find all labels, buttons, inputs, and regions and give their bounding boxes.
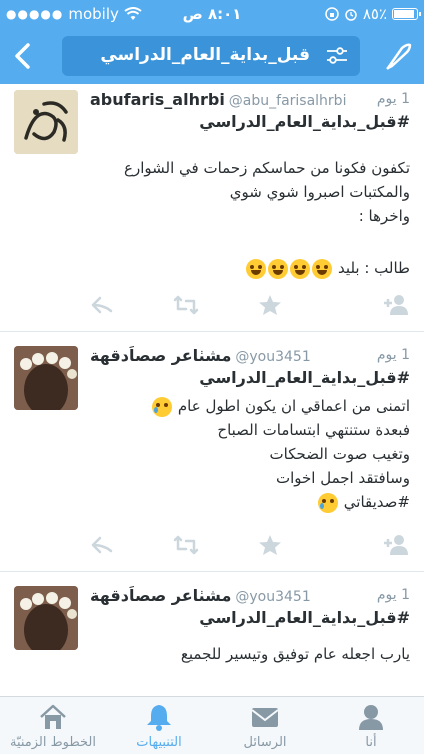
tweet-feed[interactable]: abufaris_alhrbi @abu_farisalhrbi 1 يوم #ق… xyxy=(0,84,424,696)
tweet-time: 1 يوم xyxy=(376,587,410,603)
tab-bar: الخطوط الزمنيّة التنبيهات الرسائل أنا xyxy=(0,696,424,754)
hashtag-link[interactable]: #قبل_بداية_العام_الدراسي xyxy=(199,608,410,627)
nav-bar: قبل_بداية_العام_الدراسي xyxy=(0,28,424,84)
tweet-text-line: #صديقاتي xyxy=(90,490,410,514)
user-name[interactable]: مشٺاعر صصاَدقهة xyxy=(90,346,231,365)
avatar[interactable] xyxy=(14,90,78,154)
tears-of-joy-emoji-icon xyxy=(268,258,289,279)
tweet-time: 1 يوم xyxy=(376,347,410,363)
battery-level xyxy=(394,10,415,18)
hashtag-link[interactable]: #صديقاتي xyxy=(344,493,410,511)
user-name[interactable]: مشٺاعر صصاَدقهة xyxy=(90,586,231,605)
favorite-star-icon[interactable] xyxy=(258,534,282,556)
tweet-item[interactable]: مشٺاعر صصاَدقهة @you3451 1 يوم #قبل_بداية… xyxy=(0,332,424,572)
hashtag-link[interactable]: #قبل_بداية_العام_الدراسي xyxy=(199,112,410,131)
home-icon xyxy=(40,704,66,729)
tweet-text-line: طالب : بليد xyxy=(338,259,410,277)
alarm-icon xyxy=(345,9,357,21)
follow-user-icon[interactable] xyxy=(384,294,410,316)
flower-crown-avatar-image xyxy=(14,346,78,410)
tweet-actions xyxy=(90,534,410,556)
tab-home[interactable]: الخطوط الزمنيّة xyxy=(0,697,106,754)
tab-label: أنا xyxy=(365,735,377,750)
tweet-text-line: والمكتبات اصبروا شوي شوي xyxy=(229,183,410,201)
tweet-text: يارب اجعله عام توفيق وتيسير للجميع xyxy=(90,642,410,666)
tweet-item[interactable]: مشٺاعر صصاَدقهة @you3451 1 يوم #قبل_بداية… xyxy=(0,572,424,696)
calligraphy-avatar-image xyxy=(14,90,78,154)
tweet-text-line: فبعدة ستنتهي ابتسامات الصباح xyxy=(217,421,410,439)
search-field[interactable]: قبل_بداية_العام_الدراسي xyxy=(62,36,360,76)
crying-face-emoji-icon xyxy=(318,492,339,513)
tab-label: الرسائل xyxy=(243,735,287,750)
tweet-actions xyxy=(90,294,410,316)
quill-icon xyxy=(386,43,412,70)
user-handle: @you3451 xyxy=(235,589,311,605)
tweet-time: 1 يوم xyxy=(376,91,410,107)
search-query: قبل_بداية_العام_الدراسي xyxy=(100,45,310,65)
tears-of-joy-emoji-icon xyxy=(290,258,311,279)
reply-icon[interactable] xyxy=(90,534,114,556)
tweet-text-line: اتمنى من اعماقي ان يكون اطول عام xyxy=(90,394,410,418)
person-icon xyxy=(359,705,383,730)
user-handle: @you3451 xyxy=(235,349,311,365)
tweet-text-line: وسافتقد اجمل اخوات xyxy=(275,469,410,487)
bell-icon xyxy=(147,705,171,731)
envelope-icon xyxy=(251,708,279,727)
tab-me[interactable]: أنا xyxy=(318,697,424,754)
tweet-header: abufaris_alhrbi @abu_farisalhrbi 1 يوم xyxy=(90,90,410,110)
back-button[interactable] xyxy=(6,38,42,74)
favorite-star-icon[interactable] xyxy=(258,294,282,316)
tweet-header: مشٺاعر صصاَدقهة @you3451 1 يوم xyxy=(90,586,410,606)
tweet-text-line-content: اتمنى من اعماقي ان يكون اطول عام xyxy=(177,397,410,415)
compose-tweet-button[interactable] xyxy=(380,38,416,74)
tweet-text: تكفون فكونا من حماسكم زحمات في الشوارع و… xyxy=(90,156,410,228)
user-name[interactable]: abufaris_alhrbi xyxy=(90,90,225,109)
status-bar: ●●●●● mobily ٨:٠١ ص ٨٥٪ xyxy=(0,0,424,28)
follow-user-icon[interactable] xyxy=(384,534,410,556)
user-handle: @abu_farisalhrbi xyxy=(228,93,347,109)
avatar[interactable] xyxy=(14,586,78,650)
retweet-icon[interactable] xyxy=(173,294,199,316)
avatar[interactable] xyxy=(14,346,78,410)
retweet-icon[interactable] xyxy=(173,534,199,556)
tab-label: التنبيهات xyxy=(136,735,182,750)
tweet-text: اتمنى من اعماقي ان يكون اطول عام فبعدة س… xyxy=(90,394,410,514)
rotation-lock-icon xyxy=(325,7,339,21)
tab-messages[interactable]: الرسائل xyxy=(212,697,318,754)
flower-crown-avatar-image xyxy=(14,586,78,650)
battery-percent: ٨٥٪ xyxy=(362,5,387,23)
battery-icon xyxy=(392,8,421,20)
crying-face-emoji-icon xyxy=(152,396,173,417)
status-bar-right: ٨٥٪ xyxy=(325,5,421,23)
tweet-text-line: يارب اجعله عام توفيق وتيسير للجميع xyxy=(180,645,410,663)
tweet-text-line: وتغيب صوت الضحكات xyxy=(269,445,410,463)
reply-icon[interactable] xyxy=(90,294,114,316)
tweet-text-footer: طالب : بليد xyxy=(90,256,410,280)
chevron-left-icon xyxy=(15,43,30,69)
tweet-header: مشٺاعر صصاَدقهة @you3451 1 يوم xyxy=(90,346,410,366)
tab-label: الخطوط الزمنيّة xyxy=(9,735,97,750)
tab-notifications[interactable]: التنبيهات xyxy=(106,697,212,754)
tears-of-joy-emoji-icon xyxy=(246,258,267,279)
filter-icon[interactable] xyxy=(326,46,348,66)
tweet-text-line: تكفون فكونا من حماسكم زحمات في الشوارع xyxy=(124,159,410,177)
tweet-text-line: واخرها : xyxy=(358,207,410,225)
tweet-item[interactable]: abufaris_alhrbi @abu_farisalhrbi 1 يوم #ق… xyxy=(0,84,424,332)
hashtag-link[interactable]: #قبل_بداية_العام_الدراسي xyxy=(199,368,410,387)
tears-of-joy-emoji-icon xyxy=(312,258,333,279)
